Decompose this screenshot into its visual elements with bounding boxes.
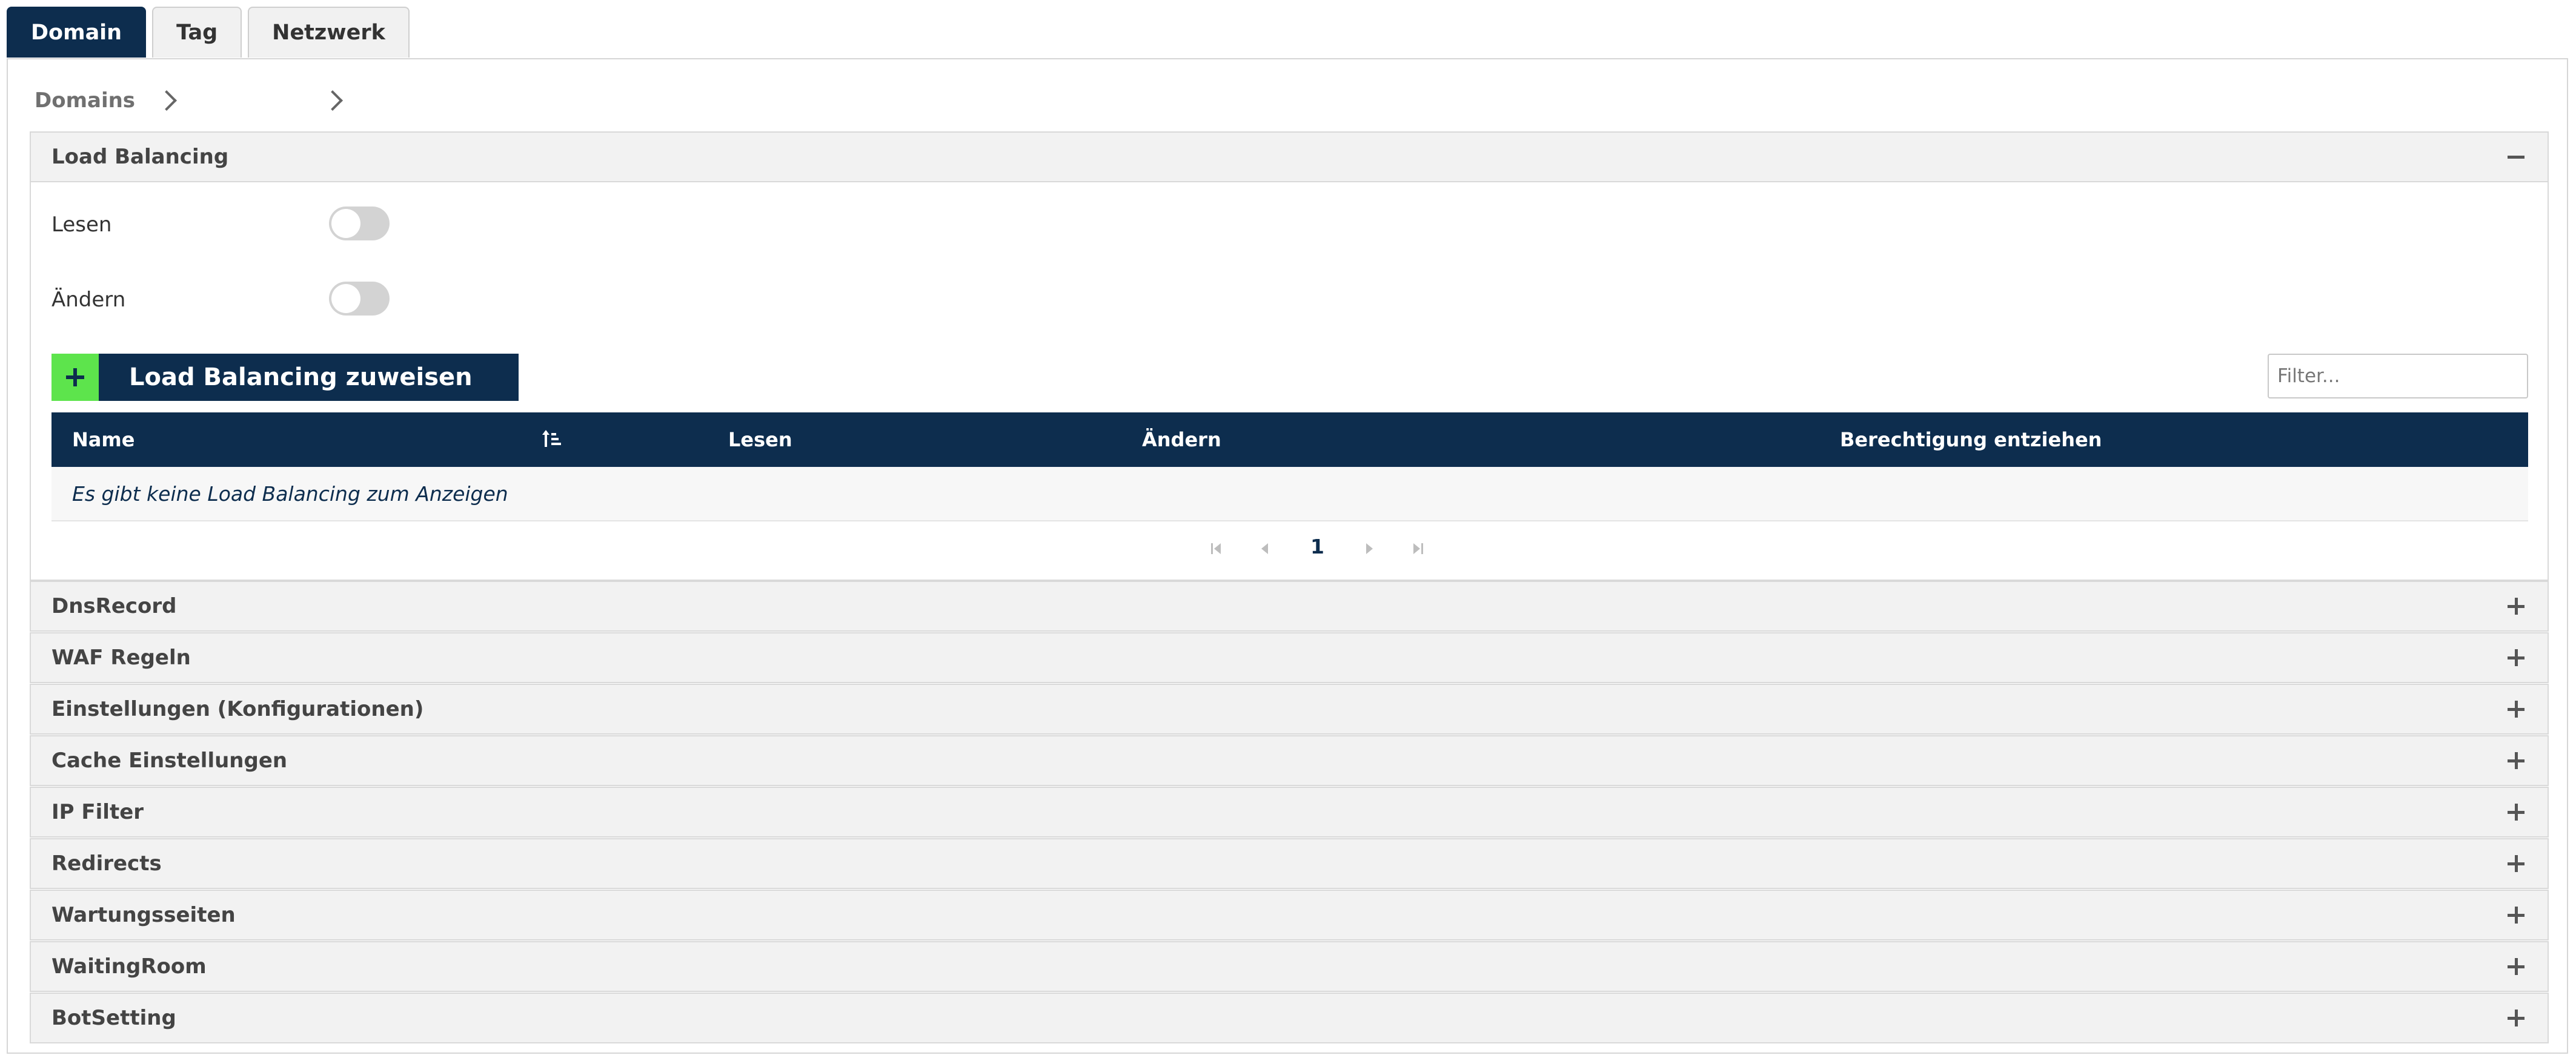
expand-plus-icon[interactable] xyxy=(2508,804,2525,821)
accordion-title: BotSetting xyxy=(51,1006,176,1030)
table-empty-row: Es gibt keine Load Balancing zum Anzeige… xyxy=(51,467,2528,521)
permission-label-lesen: Lesen xyxy=(51,213,112,237)
expand-plus-icon[interactable] xyxy=(2508,598,2525,615)
page-number-current[interactable]: 1 xyxy=(1310,535,1324,558)
lesen-toggle-switch[interactable] xyxy=(329,207,390,240)
chevron-right-icon xyxy=(156,90,178,111)
expand-plus-icon[interactable] xyxy=(2508,907,2525,924)
expand-plus-icon[interactable] xyxy=(2508,701,2525,718)
expand-plus-icon[interactable] xyxy=(2508,649,2525,666)
assign-button-label: Load Balancing zuweisen xyxy=(99,354,519,401)
accordion-header-waitingroom[interactable]: WaitingRoom xyxy=(31,942,2548,991)
pager: 1 xyxy=(51,527,2528,570)
accordion-botsetting: BotSetting xyxy=(30,993,2549,1043)
accordion-einstellungen: Einstellungen (Konfigurationen) xyxy=(30,684,2549,735)
accordion-title: Redirects xyxy=(51,851,162,876)
accordion-redirects: Redirects xyxy=(30,838,2549,889)
accordion-header-ip-filter[interactable]: IP Filter xyxy=(31,788,2548,836)
aendern-toggle-switch[interactable] xyxy=(329,282,390,316)
permission-label-aendern: Ändern xyxy=(51,288,126,312)
accordion-load-balancing: Load Balancing Lesen Ändern Load Balanci… xyxy=(30,131,2549,581)
expand-plus-icon[interactable] xyxy=(2508,1010,2525,1026)
accordion-title: Cache Einstellungen xyxy=(51,749,288,773)
empty-message: Es gibt keine Load Balancing zum Anzeige… xyxy=(72,481,508,506)
accordion-waitingroom: WaitingRoom xyxy=(30,941,2549,992)
column-header-aendern: Ändern xyxy=(1142,428,1221,451)
assign-load-balancing-button[interactable]: Load Balancing zuweisen xyxy=(51,354,519,401)
accordion-header-einstellungen[interactable]: Einstellungen (Konfigurationen) xyxy=(31,685,2548,733)
accordion-header-dnsrecord[interactable]: DnsRecord xyxy=(31,582,2548,630)
accordion-title: Load Balancing xyxy=(51,145,229,169)
accordion-title: WAF Regeln xyxy=(51,646,191,670)
tab-bar: Domain Tag Netzwerk xyxy=(7,7,410,59)
accordion-dnsrecord: DnsRecord xyxy=(30,581,2549,632)
next-page-icon[interactable] xyxy=(1360,540,1378,558)
table-header: Name Lesen Ändern Berechtigung entziehen xyxy=(51,412,2528,467)
plus-icon xyxy=(51,354,99,401)
last-page-icon[interactable] xyxy=(1409,540,1427,558)
column-header-lesen: Lesen xyxy=(728,428,792,451)
filter-input[interactable] xyxy=(2268,354,2528,398)
previous-page-icon[interactable] xyxy=(1256,540,1274,558)
sort-ascending-icon[interactable] xyxy=(541,429,563,451)
accordion-waf-regeln: WAF Regeln xyxy=(30,632,2549,683)
load-balancing-table: Name Lesen Ändern Berechtigung entziehen xyxy=(51,412,2528,558)
accordion-wartungsseiten: Wartungsseiten xyxy=(30,890,2549,940)
accordion-title: DnsRecord xyxy=(51,594,177,618)
accordion-header-botsetting[interactable]: BotSetting xyxy=(31,994,2548,1042)
accordion-header-redirects[interactable]: Redirects xyxy=(31,839,2548,888)
column-header-name[interactable]: Name xyxy=(72,412,134,467)
tab-domain[interactable]: Domain xyxy=(7,7,147,58)
accordion-title: IP Filter xyxy=(51,800,144,824)
expand-plus-icon[interactable] xyxy=(2508,855,2525,872)
accordion-ip-filter: IP Filter xyxy=(30,787,2549,838)
collapse-minus-icon[interactable] xyxy=(2508,148,2525,165)
accordion-title: Wartungsseiten xyxy=(51,903,236,927)
domain-panel: Domains Load Balancing Lesen Ändern Load… xyxy=(7,58,2568,1054)
accordion-header-wartungsseiten[interactable]: Wartungsseiten xyxy=(31,891,2548,939)
tab-netzwerk[interactable]: Netzwerk xyxy=(248,7,410,58)
column-header-berechtigung-entziehen: Berechtigung entziehen xyxy=(1840,428,2102,451)
tab-tag[interactable]: Tag xyxy=(152,7,242,58)
accordion-title: Einstellungen (Konfigurationen) xyxy=(51,697,424,721)
accordion-body-load-balancing: Lesen Ändern Load Balancing zuweisen Nam… xyxy=(31,181,2548,580)
accordion-header-load-balancing[interactable]: Load Balancing xyxy=(31,133,2548,181)
breadcrumb: Domains xyxy=(35,82,344,119)
accordion-header-waf-regeln[interactable]: WAF Regeln xyxy=(31,633,2548,682)
first-page-icon[interactable] xyxy=(1207,540,1226,558)
accordion-cache-einstellungen: Cache Einstellungen xyxy=(30,735,2549,786)
page: Domain Tag Netzwerk Domains Load Balanci… xyxy=(0,0,2576,1061)
expand-plus-icon[interactable] xyxy=(2508,752,2525,769)
chevron-right-icon xyxy=(322,90,344,111)
accordion-header-cache-einstellungen[interactable]: Cache Einstellungen xyxy=(31,736,2548,785)
breadcrumb-domains-link[interactable]: Domains xyxy=(35,88,135,113)
accordion-title: WaitingRoom xyxy=(51,954,207,979)
expand-plus-icon[interactable] xyxy=(2508,958,2525,975)
